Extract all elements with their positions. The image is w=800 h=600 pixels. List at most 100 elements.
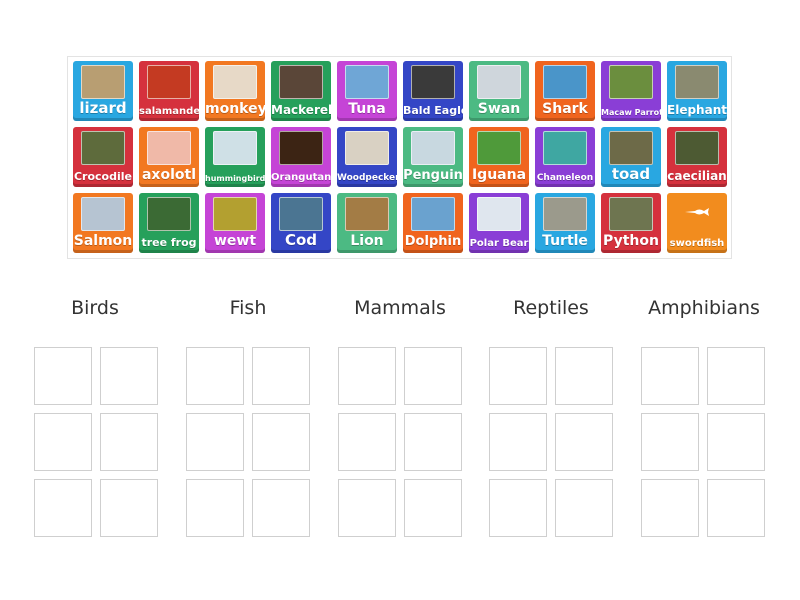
card-label: Macaw Parrot bbox=[601, 108, 661, 117]
drop-slot-amphibians[interactable] bbox=[707, 413, 765, 471]
card-label: Tuna bbox=[348, 101, 386, 117]
drop-slot-fish[interactable] bbox=[252, 347, 310, 405]
drop-slot-fish[interactable] bbox=[186, 479, 244, 537]
card-axolotl[interactable]: axolotl bbox=[139, 127, 199, 187]
drop-slot-fish[interactable] bbox=[252, 479, 310, 537]
drop-slot-reptiles[interactable] bbox=[555, 413, 613, 471]
card-cod[interactable]: Cod bbox=[271, 193, 331, 253]
card-toad[interactable]: toad bbox=[601, 127, 661, 187]
drop-slot-fish[interactable] bbox=[186, 347, 244, 405]
card-lizard[interactable]: lizard bbox=[73, 61, 133, 121]
card-tuna[interactable]: Tuna bbox=[337, 61, 397, 121]
card-orangutan[interactable]: Orangutan bbox=[271, 127, 331, 187]
animal-photo bbox=[279, 65, 323, 99]
card-shark[interactable]: Shark bbox=[535, 61, 595, 121]
card-label: toad bbox=[611, 165, 651, 183]
animal-photo bbox=[675, 65, 719, 99]
card-mackerel[interactable]: Mackerel bbox=[271, 61, 331, 121]
drop-slot-amphibians[interactable] bbox=[641, 347, 699, 405]
card-tree-frog[interactable]: tree frog bbox=[139, 193, 199, 253]
card-caecilian[interactable]: caecilian bbox=[667, 127, 727, 187]
animal-photo bbox=[543, 65, 587, 99]
drop-slot-reptiles[interactable] bbox=[489, 347, 547, 405]
animal-photo bbox=[81, 65, 125, 99]
animal-photo bbox=[477, 65, 521, 99]
animal-photo bbox=[477, 131, 521, 165]
card-turtle[interactable]: Turtle bbox=[535, 193, 595, 253]
drop-slot-mammals[interactable] bbox=[338, 347, 396, 405]
drop-slot-birds[interactable] bbox=[100, 347, 158, 405]
drop-slot-amphibians[interactable] bbox=[641, 479, 699, 537]
card-dolphin[interactable]: Dolphin bbox=[403, 193, 463, 253]
drop-slot-birds[interactable] bbox=[34, 479, 92, 537]
drop-slot-birds[interactable] bbox=[34, 347, 92, 405]
drop-slot-amphibians[interactable] bbox=[707, 479, 765, 537]
card-label: Python bbox=[603, 233, 659, 249]
card-label: Mackerel bbox=[271, 103, 331, 117]
card-label: caecilian bbox=[667, 169, 727, 183]
card-polar-bear[interactable]: Polar Bear bbox=[469, 193, 529, 253]
drop-slot-mammals[interactable] bbox=[338, 413, 396, 471]
card-lion[interactable]: Lion bbox=[337, 193, 397, 253]
card-salmon[interactable]: Salmon bbox=[73, 193, 133, 253]
card-woodpecker[interactable]: Woodpecker bbox=[337, 127, 397, 187]
drop-slot-amphibians[interactable] bbox=[641, 413, 699, 471]
animal-photo bbox=[279, 197, 323, 231]
card-label: salamander bbox=[139, 106, 199, 117]
animal-photo bbox=[477, 197, 521, 231]
animal-photo bbox=[543, 131, 587, 165]
group-header-fish: Fish bbox=[229, 297, 267, 319]
animal-photo bbox=[345, 65, 389, 99]
card-salamander[interactable]: salamander bbox=[139, 61, 199, 121]
card-python[interactable]: Python bbox=[601, 193, 661, 253]
card-monkey[interactable]: monkey bbox=[205, 61, 265, 121]
card-bald-eagle[interactable]: Bald Eagle bbox=[403, 61, 463, 121]
card-macaw-parrot[interactable]: Macaw Parrot bbox=[601, 61, 661, 121]
drop-slot-birds[interactable] bbox=[100, 413, 158, 471]
card-label: Bald Eagle bbox=[403, 104, 463, 117]
drop-slot-mammals[interactable] bbox=[404, 347, 462, 405]
drop-slot-reptiles[interactable] bbox=[489, 479, 547, 537]
drop-slot-reptiles[interactable] bbox=[555, 347, 613, 405]
card-crocodile[interactable]: Crocodile bbox=[73, 127, 133, 187]
card-hummingbird[interactable]: hummingbird bbox=[205, 127, 265, 187]
card-wewt[interactable]: wewt bbox=[205, 193, 265, 253]
drop-slot-mammals[interactable] bbox=[338, 479, 396, 537]
card-elephant[interactable]: Elephant bbox=[667, 61, 727, 121]
animal-photo bbox=[213, 65, 257, 99]
group-header-birds: Birds bbox=[71, 297, 119, 319]
card-label: Cod bbox=[284, 231, 318, 249]
drop-slot-reptiles[interactable] bbox=[555, 479, 613, 537]
card-label: axolotl bbox=[141, 167, 196, 183]
animal-photo bbox=[411, 131, 455, 165]
group-header-reptiles: Reptiles bbox=[513, 297, 589, 319]
card-swan[interactable]: Swan bbox=[469, 61, 529, 121]
card-label: Polar Bear bbox=[469, 238, 529, 249]
card-label: Salmon bbox=[73, 233, 133, 249]
card-penguin[interactable]: Penguin bbox=[403, 127, 463, 187]
card-label: Dolphin bbox=[404, 234, 462, 249]
drop-slot-fish[interactable] bbox=[252, 413, 310, 471]
animal-photo bbox=[609, 197, 653, 231]
drop-slot-mammals[interactable] bbox=[404, 479, 462, 537]
card-chameleon[interactable]: Chameleon bbox=[535, 127, 595, 187]
animal-photo bbox=[213, 131, 257, 165]
drop-slot-birds[interactable] bbox=[100, 479, 158, 537]
drop-slot-fish[interactable] bbox=[186, 413, 244, 471]
drop-slot-mammals[interactable] bbox=[404, 413, 462, 471]
drop-slot-amphibians[interactable] bbox=[707, 347, 765, 405]
group-header-amphibians: Amphibians bbox=[648, 297, 760, 319]
card-label: Orangutan bbox=[271, 172, 331, 183]
card-label: swordfish bbox=[669, 238, 725, 249]
drop-slot-birds[interactable] bbox=[34, 413, 92, 471]
animal-photo bbox=[147, 197, 191, 231]
card-label: Crocodile bbox=[73, 170, 132, 183]
drop-slot-reptiles[interactable] bbox=[489, 413, 547, 471]
group-header-mammals: Mammals bbox=[354, 297, 446, 319]
animal-photo bbox=[675, 131, 719, 165]
card-iguana[interactable]: Iguana bbox=[469, 127, 529, 187]
card-label: lizard bbox=[79, 99, 127, 117]
card-label: Iguana bbox=[471, 167, 527, 183]
animal-photo bbox=[147, 131, 191, 165]
card-swordfish[interactable]: swordfish bbox=[667, 193, 727, 253]
